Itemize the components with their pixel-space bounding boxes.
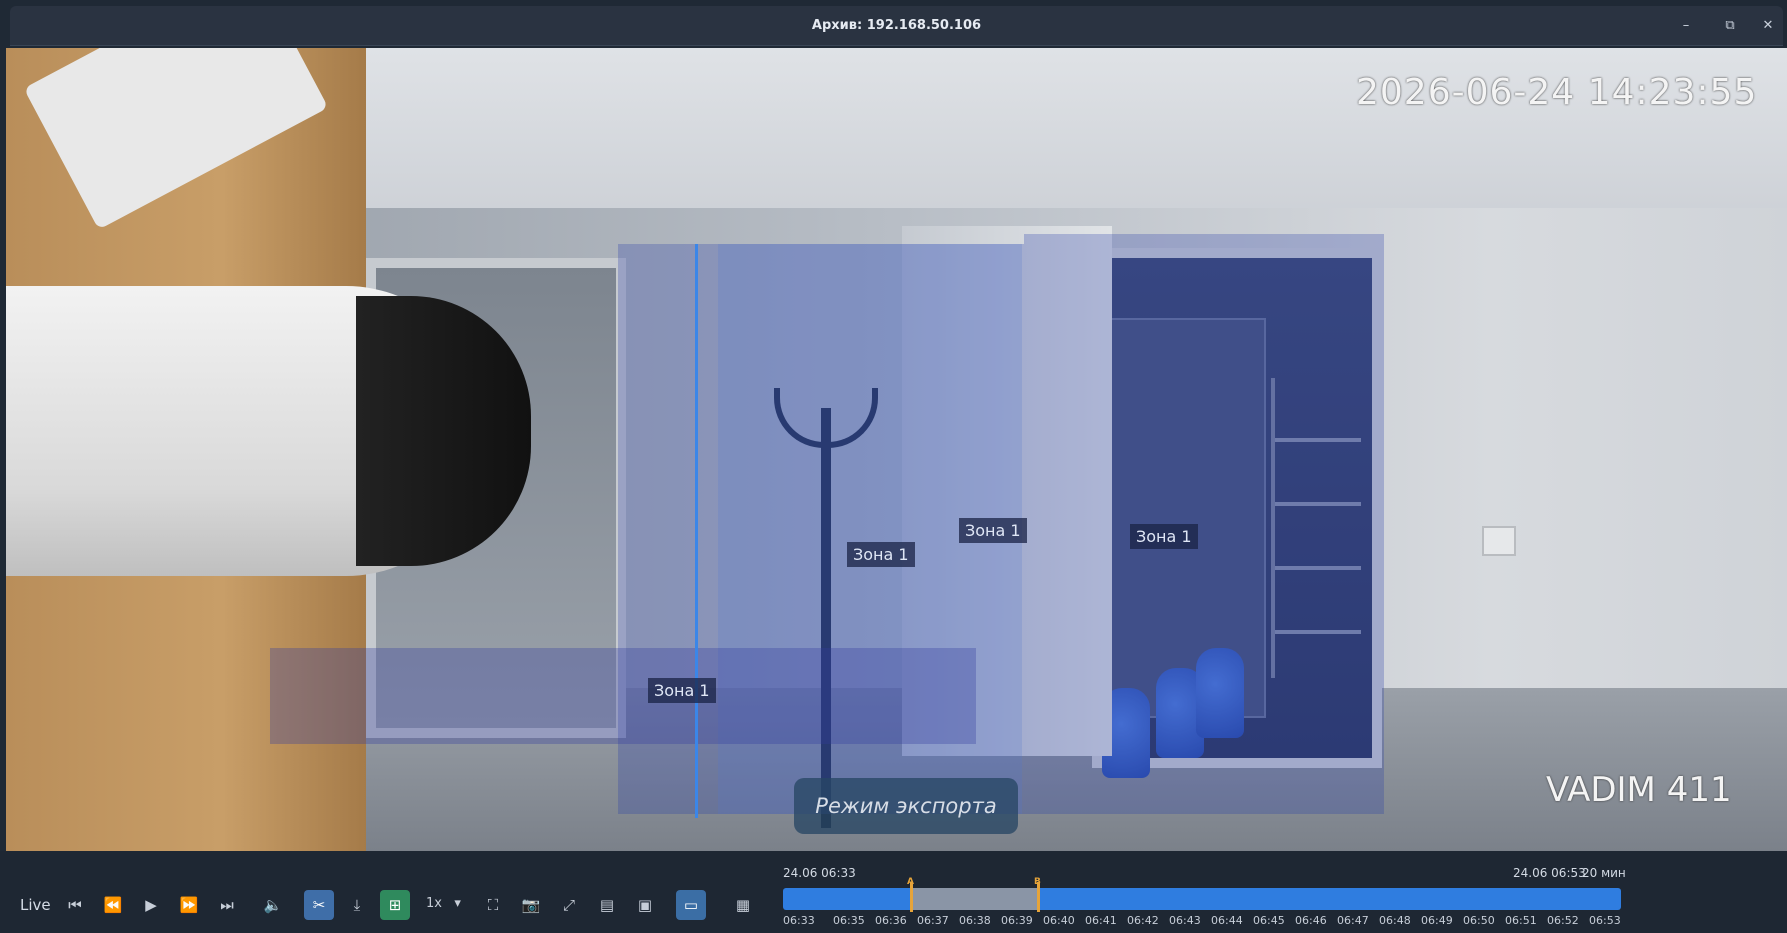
calendar-icon[interactable]: ▦ bbox=[728, 890, 758, 920]
zone-label: Зона 1 bbox=[1130, 524, 1198, 549]
fit-screen-icon[interactable]: ⛶ bbox=[478, 890, 508, 920]
speed-value: 1x bbox=[426, 896, 442, 911]
skip-to-end-icon[interactable]: ⏭ bbox=[212, 890, 242, 920]
timeline-selection[interactable] bbox=[911, 888, 1038, 910]
cut-icon[interactable]: ✂ bbox=[304, 890, 334, 920]
title-bar: Архив: 192.168.50.106 – ⧉ ✕ bbox=[10, 6, 1783, 46]
timeline-tick: 06:45 bbox=[1253, 914, 1285, 927]
live-button[interactable]: Live bbox=[20, 896, 51, 914]
close-icon[interactable]: ✕ bbox=[1756, 14, 1780, 38]
window-title: Архив: 192.168.50.106 bbox=[811, 18, 982, 33]
fast-forward-icon[interactable]: ⏩ bbox=[174, 890, 204, 920]
video-viewport[interactable]: Зона 1 Зона 1 Зона 1 Зона 1 2026-06-24 1… bbox=[6, 48, 1787, 851]
timeline-tick: 06:39 bbox=[1001, 914, 1033, 927]
bookmark-icon[interactable]: ▣ bbox=[630, 890, 660, 920]
timeline-tick: 06:50 bbox=[1463, 914, 1495, 927]
minimize-icon[interactable]: – bbox=[1674, 14, 1698, 38]
export-mode-banner: Режим экспорта bbox=[794, 778, 1018, 834]
timeline-duration-label: 20 мин bbox=[1582, 866, 1626, 880]
timeline-tick: 06:51 bbox=[1505, 914, 1537, 927]
timeline-tick: 06:38 bbox=[959, 914, 991, 927]
timeline-tick: 06:43 bbox=[1169, 914, 1201, 927]
timeline-tick: 06:36 bbox=[875, 914, 907, 927]
marker-b-label: B bbox=[1034, 877, 1041, 887]
timeline-tick: 06:52 bbox=[1547, 914, 1579, 927]
timeline-tick: 06:41 bbox=[1085, 914, 1117, 927]
timeline-tick: 06:35 bbox=[833, 914, 865, 927]
timeline-tick: 06:44 bbox=[1211, 914, 1243, 927]
timeline-tick: 06:47 bbox=[1337, 914, 1369, 927]
timeline-ticks: 06:33 06:35 06:36 06:37 06:38 06:39 06:4… bbox=[783, 914, 1633, 928]
timeline-tick: 06:49 bbox=[1421, 914, 1453, 927]
marker-a-label: A bbox=[907, 877, 914, 887]
timeline-tick: 06:37 bbox=[917, 914, 949, 927]
rewind-icon[interactable]: ⏪ bbox=[98, 890, 128, 920]
timeline-end-label: 24.06 06:53 bbox=[1513, 866, 1586, 880]
osd-timestamp: 2026-06-24 14:23:55 bbox=[1356, 72, 1758, 113]
zone-label: Зона 1 bbox=[847, 542, 915, 567]
detection-zone[interactable] bbox=[1024, 234, 1384, 814]
scene-light-switch bbox=[1482, 526, 1516, 556]
detection-line[interactable] bbox=[695, 244, 698, 818]
timeline-tick: 06:53 bbox=[1589, 914, 1621, 927]
timeline-tick: 06:33 bbox=[783, 914, 815, 927]
export-icon[interactable]: ⊞ bbox=[380, 890, 410, 920]
detection-zone[interactable] bbox=[270, 648, 976, 744]
osd-camera-name: VADIM 411 bbox=[1546, 770, 1732, 810]
volume-icon[interactable]: 🔈 bbox=[258, 890, 288, 920]
play-icon[interactable]: ▶ bbox=[136, 890, 166, 920]
snapshot-icon[interactable]: 📷 bbox=[516, 890, 546, 920]
timeline-tick: 06:42 bbox=[1127, 914, 1159, 927]
chevron-down-icon: ▾ bbox=[454, 896, 461, 911]
timeline-tick: 06:48 bbox=[1379, 914, 1411, 927]
fullscreen-icon[interactable]: ⤢ bbox=[554, 890, 584, 920]
speed-select[interactable]: 1x ▾ bbox=[426, 896, 461, 911]
download-icon[interactable]: ⤓ bbox=[342, 890, 372, 920]
maximize-icon[interactable]: ⧉ bbox=[1718, 14, 1742, 38]
zones-overlay-icon[interactable]: ▭ bbox=[676, 890, 706, 920]
timeline-bar[interactable]: A B bbox=[783, 877, 1621, 912]
archive-window: Архив: 192.168.50.106 – ⧉ ✕ Зона 1 Зона … bbox=[0, 0, 1787, 933]
zone-label: Зона 1 bbox=[648, 678, 716, 703]
timeline-tick: 06:46 bbox=[1295, 914, 1327, 927]
timeline-start-label: 24.06 06:33 bbox=[783, 866, 856, 880]
timeline-tick: 06:40 bbox=[1043, 914, 1075, 927]
notes-icon[interactable]: ▤ bbox=[592, 890, 622, 920]
skip-to-start-icon[interactable]: ⏮ bbox=[60, 890, 90, 920]
zone-label: Зона 1 bbox=[959, 518, 1027, 543]
